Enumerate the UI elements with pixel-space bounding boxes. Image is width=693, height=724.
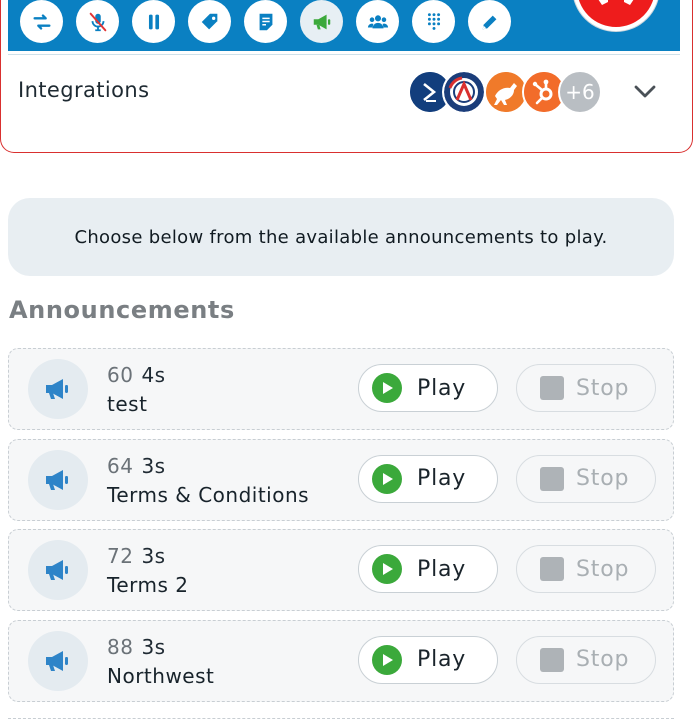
stop-label: Stop	[576, 375, 630, 401]
call-control-card: Integrations +6	[0, 0, 693, 153]
dialpad-icon	[427, 12, 440, 30]
announcement-meta: 88 3s	[107, 635, 166, 659]
announcement-duration: 3s	[141, 634, 166, 659]
stop-label: Stop	[576, 556, 630, 582]
stop-button[interactable]: Stop	[516, 635, 656, 684]
toolbar-divider	[8, 54, 680, 55]
play-icon	[372, 554, 402, 584]
integration-badge[interactable]	[442, 70, 486, 114]
play-icon	[372, 644, 402, 675]
integration-badges[interactable]: +6	[408, 70, 608, 114]
integration-more-badge[interactable]: +6	[558, 70, 602, 114]
megaphone-icon	[46, 650, 68, 671]
stop-label: Stop	[576, 466, 630, 491]
stop-button[interactable]: Stop	[516, 364, 656, 412]
target-logo-icon	[444, 72, 484, 112]
stop-icon	[540, 376, 564, 400]
play-button[interactable]: Play	[358, 545, 498, 593]
stop-button[interactable]: Stop	[516, 454, 656, 503]
play-button[interactable]: Play	[358, 454, 498, 503]
chevron-down-icon[interactable]	[633, 81, 657, 101]
integrations-title: Integrations	[18, 78, 150, 102]
announcement-row: 72 3s Terms 2 Play Stop	[8, 529, 674, 611]
announcement-meta: 60 4s	[107, 363, 166, 387]
play-icon	[372, 373, 402, 403]
announcement-avatar	[28, 449, 88, 510]
announcement-name: test	[107, 392, 148, 416]
announcement-row: 64 3s Terms & Conditions Play Stop	[8, 438, 674, 521]
announcement-duration: 3s	[141, 453, 166, 478]
list-divider	[8, 718, 674, 724]
megaphone-icon	[313, 14, 330, 29]
tag-button[interactable]	[188, 0, 231, 43]
play-button[interactable]: Play	[358, 364, 498, 412]
play-label: Play	[417, 647, 467, 672]
stop-icon	[540, 647, 564, 672]
stop-label: Stop	[576, 647, 630, 672]
pencil-icon	[482, 15, 496, 29]
announcement-row: 60 4s test Play Stop	[8, 348, 674, 430]
stop-icon	[540, 466, 564, 491]
stop-icon	[540, 557, 564, 581]
announcement-name: Northwest	[107, 663, 215, 688]
transfer-button[interactable]	[20, 0, 63, 43]
announcement-id: 72	[107, 544, 134, 568]
announcement-id: 64	[107, 453, 134, 478]
megaphone-icon	[46, 379, 68, 399]
microphone-muted-icon	[89, 12, 106, 31]
announcement-id: 60	[107, 363, 134, 387]
edit-button[interactable]	[468, 0, 511, 43]
notes-button[interactable]	[244, 0, 287, 43]
play-label: Play	[417, 556, 467, 582]
play-label: Play	[417, 466, 467, 491]
hold-button[interactable]	[132, 0, 175, 43]
group-icon	[367, 14, 388, 28]
info-banner: Choose below from the available announce…	[8, 198, 674, 276]
mute-button[interactable]	[76, 0, 119, 43]
announcement-meta: 64 3s	[107, 454, 166, 478]
note-icon	[259, 13, 272, 30]
announcements-page: Integrations +6 Choose below from the av…	[0, 0, 693, 724]
announcement-duration: 4s	[141, 363, 166, 387]
stop-button[interactable]: Stop	[516, 545, 656, 593]
hangup-icon	[598, 0, 634, 5]
horse-logo-icon	[486, 72, 526, 112]
announcement-name: Terms & Conditions	[107, 482, 310, 507]
announcement-id: 88	[107, 634, 134, 659]
play-icon	[372, 463, 402, 494]
announcement-duration: 3s	[141, 544, 166, 568]
megaphone-icon	[46, 560, 68, 580]
announcement-row: 88 3s Northwest Play Stop	[8, 619, 674, 702]
announcements-title: Announcements	[9, 296, 235, 324]
play-button[interactable]: Play	[358, 635, 498, 684]
megaphone-icon	[46, 469, 68, 490]
announcement-name: Terms 2	[107, 573, 189, 597]
announcement-avatar	[28, 630, 88, 691]
transfer-icon	[32, 13, 51, 30]
announcement-avatar	[28, 359, 88, 419]
pause-icon	[148, 14, 159, 29]
announcements-button[interactable]	[300, 0, 343, 43]
tag-icon	[201, 13, 217, 29]
play-label: Play	[417, 375, 467, 401]
dialpad-button[interactable]	[412, 0, 455, 43]
announcement-avatar	[28, 540, 88, 600]
announcement-meta: 72 3s	[107, 544, 166, 568]
conference-button[interactable]	[356, 0, 399, 43]
